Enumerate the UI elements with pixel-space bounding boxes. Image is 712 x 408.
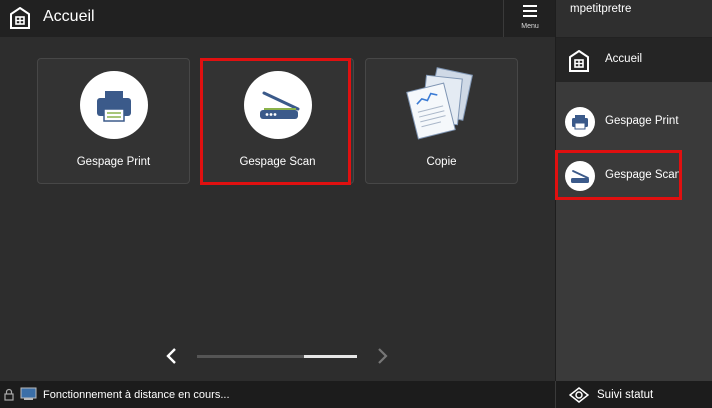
highlight-box-tile-scan (200, 58, 351, 185)
tile-icon-circle (80, 71, 148, 139)
tile-copie[interactable]: Copie (365, 58, 518, 184)
status-monitor-icon[interactable] (569, 387, 589, 403)
copy-documents-icon (406, 67, 473, 140)
side-home-button[interactable]: Accueil (556, 38, 712, 82)
side-home-label: Accueil (605, 53, 643, 65)
printer-icon (572, 115, 588, 130)
menu-button[interactable]: Menu (503, 0, 555, 37)
user-header: mpetitpretre (556, 0, 712, 38)
lock-icon (4, 388, 14, 401)
user-name: mpetitpretre (570, 3, 632, 15)
chevron-right-icon[interactable] (374, 347, 390, 365)
side-item-gespage-print[interactable]: Gespage Print (556, 104, 712, 140)
status-divider (555, 381, 556, 408)
page-indicator (197, 355, 357, 358)
page-indicator-thumb (304, 355, 357, 358)
side-item-label: Gespage Print (605, 115, 679, 127)
home-icon (569, 50, 589, 72)
menu-label: Menu (521, 23, 539, 30)
status-message: Fonctionnement à distance en cours... (43, 389, 230, 401)
home-icon[interactable] (10, 7, 30, 29)
status-button[interactable]: Suivi statut (597, 389, 653, 401)
printer-icon (97, 91, 131, 122)
highlight-box-side-scan (555, 150, 682, 200)
top-bar: Accueil Menu (0, 0, 555, 37)
hamburger-icon (523, 5, 537, 17)
remote-monitor-icon (20, 387, 37, 400)
side-icon-circle (565, 107, 595, 137)
page-title: Accueil (43, 8, 95, 25)
tile-label: Copie (426, 156, 457, 168)
tile-gespage-print[interactable]: Gespage Print (37, 58, 190, 184)
status-bar: Fonctionnement à distance en cours... Su… (0, 381, 712, 408)
chevron-left-icon[interactable] (164, 347, 180, 365)
tile-label: Gespage Print (76, 156, 151, 168)
